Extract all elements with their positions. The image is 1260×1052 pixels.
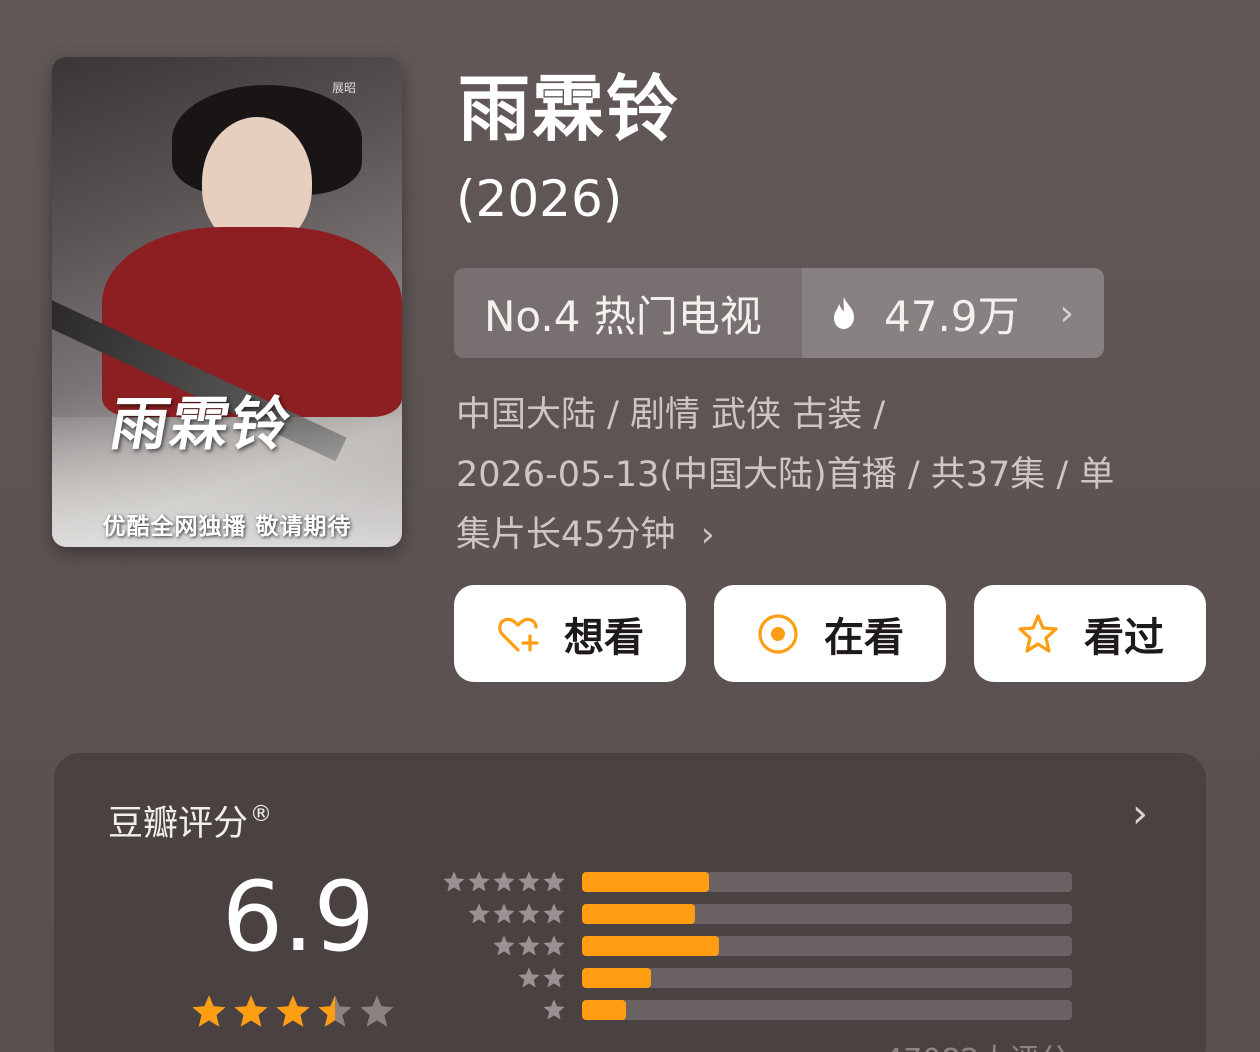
distribution-bar-track — [582, 1000, 1072, 1020]
movie-detail-page: 展昭 雨霖铃 优酷全网独播 敬请期待 雨霖铃 (2026) No.4 热门电视 … — [0, 0, 1260, 1052]
rank-label: No.4 热门电视 — [454, 268, 802, 358]
flame-icon — [834, 297, 854, 329]
distribution-stars — [440, 870, 566, 894]
want-to-watch-label: 想看 — [564, 614, 644, 661]
distribution-stars — [440, 902, 566, 926]
poster-caption: 优酷全网独播 敬请期待 — [102, 514, 352, 540]
distribution-bar-fill — [582, 936, 720, 956]
rating-star-icon — [360, 995, 394, 1027]
distribution-row — [440, 999, 1072, 1021]
distribution-row — [440, 871, 1072, 893]
distribution-bar-track — [582, 904, 1072, 924]
ranking-chip[interactable]: No.4 热门电视 47.9万 › — [454, 268, 1104, 358]
rating-star-icon — [234, 995, 268, 1027]
distribution-bar-track — [582, 936, 1072, 956]
meta-line-1: 中国大陆 / 剧情 武侠 古装 / — [456, 395, 886, 435]
gray-star-icon — [543, 871, 565, 892]
distribution-bar-track — [582, 968, 1072, 988]
gray-star-icon — [493, 935, 515, 956]
watched-button[interactable]: 看过 — [974, 585, 1206, 682]
heat-section[interactable]: 47.9万 › — [802, 268, 1104, 358]
rating-title: 豆瓣评分® — [108, 802, 273, 844]
star-outline-icon — [1018, 613, 1058, 653]
poster-image[interactable]: 展昭 雨霖铃 优酷全网独播 敬请期待 — [52, 57, 402, 547]
distribution-bar-fill — [582, 968, 651, 988]
rater-count: 47082人评分 — [884, 1035, 1069, 1052]
gray-star-icon — [518, 871, 540, 892]
score-stars — [190, 993, 396, 1031]
distribution-row — [440, 903, 1072, 925]
poster-actor-name: 展昭 — [331, 81, 356, 95]
watching-button[interactable]: 在看 — [714, 585, 946, 682]
gray-star-icon — [493, 903, 515, 924]
rating-star-icon — [276, 995, 310, 1027]
distribution-stars — [440, 934, 566, 958]
rating-star-icon — [192, 995, 226, 1027]
chevron-right-icon: › — [700, 515, 715, 555]
watched-label: 看过 — [1084, 614, 1164, 661]
distribution-bar-fill — [582, 1000, 627, 1020]
rating-card[interactable]: 豆瓣评分® › 6.9 47082人评分 — [54, 753, 1206, 1052]
want-to-watch-button[interactable]: 想看 — [454, 585, 686, 682]
distribution-row — [440, 935, 1072, 957]
chevron-right-icon[interactable]: › — [1132, 791, 1148, 837]
gray-star-icon — [543, 935, 565, 956]
gray-star-icon — [518, 903, 540, 924]
rating-score: 6.9 — [222, 861, 375, 973]
meta-line-3: 集片长45分钟 — [456, 515, 676, 555]
heart-plus-icon — [498, 617, 539, 652]
gray-star-icon — [518, 935, 540, 956]
meta-info[interactable]: 中国大陆 / 剧情 武侠 古装 / 2026-05-13(中国大陆)首播 / 共… — [456, 385, 1196, 565]
gray-star-icon — [543, 999, 565, 1020]
heat-value: 47.9万 — [884, 291, 1020, 341]
gray-star-icon — [518, 967, 540, 988]
distribution-bar-fill — [582, 872, 710, 892]
gray-star-icon — [543, 903, 565, 924]
gray-star-icon — [543, 967, 565, 988]
gray-star-icon — [468, 903, 490, 924]
release-year: (2026) — [456, 170, 623, 228]
action-buttons: 想看 在看 看过 — [454, 585, 1206, 682]
rating-star-icon — [318, 995, 352, 1027]
target-icon — [758, 613, 798, 654]
gray-star-icon — [468, 871, 490, 892]
gray-star-icon — [493, 871, 515, 892]
distribution-bar-track — [582, 872, 1072, 892]
distribution-row — [440, 967, 1072, 989]
registered-mark: ® — [250, 802, 273, 827]
distribution-stars — [440, 966, 566, 990]
meta-line-2: 2026-05-13(中国大陆)首播 / 共37集 / 单 — [456, 455, 1115, 495]
chevron-right-icon: › — [1059, 292, 1074, 334]
distribution-stars — [440, 998, 566, 1022]
page-title: 雨霖铃 — [458, 67, 681, 151]
distribution-bar-fill — [582, 904, 695, 924]
gray-star-icon — [443, 871, 465, 892]
watching-label: 在看 — [824, 614, 904, 661]
poster-logo: 雨霖铃 — [105, 390, 298, 458]
